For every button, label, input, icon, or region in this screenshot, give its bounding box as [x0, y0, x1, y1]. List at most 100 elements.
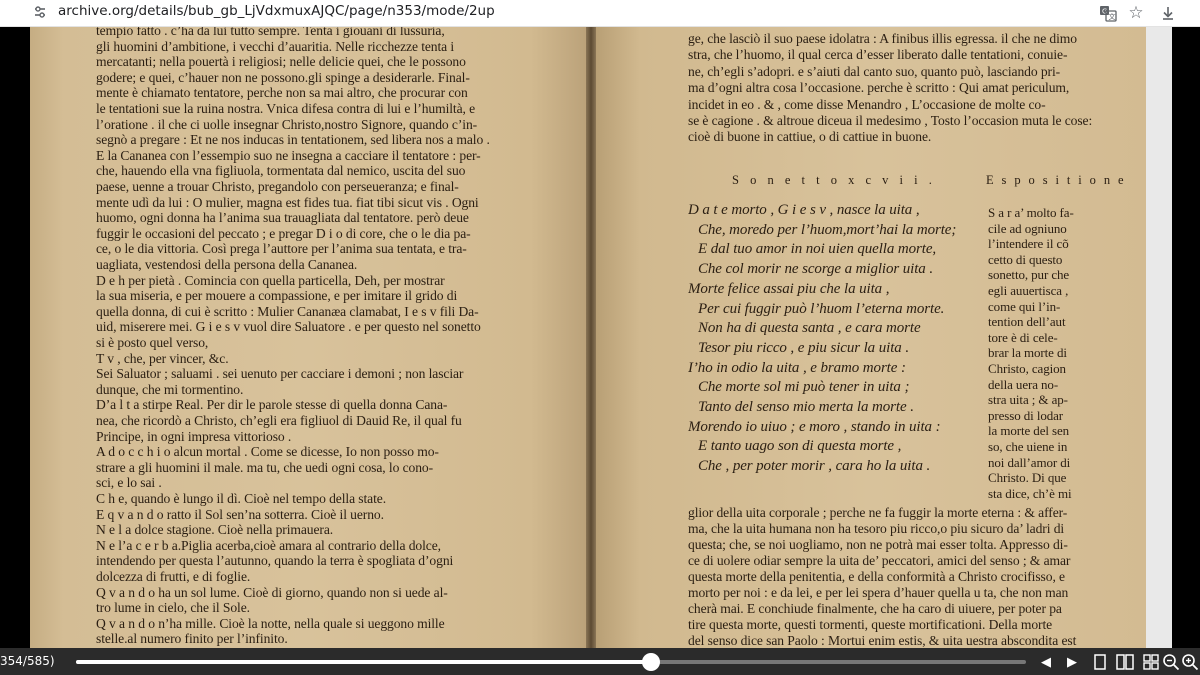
sonnet-line: Morendo io uiuo ; e moro , stando in uit… — [688, 418, 941, 435]
book-viewer[interactable]: tempio fatto . c’ha da lui tutto sempre.… — [0, 27, 1200, 648]
left-page-line: segnò a pregare : Et ne nos inducas in t… — [96, 132, 490, 148]
exposition-line: presso di lodar — [988, 407, 1064, 423]
exposition-line: la morte del sen — [988, 423, 1070, 439]
right-page-line: morto per noi : e da lei, e per lei sper… — [688, 585, 1069, 600]
left-page-line: Q v a n d o ha un sol lume. Cioè di gior… — [96, 584, 448, 600]
left-page-line: dunque, che mi tormentino. — [96, 381, 244, 397]
translate-icon[interactable]: G文 — [1098, 3, 1118, 23]
left-page-line: uagliata, vestendosi della persona della… — [96, 257, 358, 272]
prev-page-icon[interactable]: ◀ — [1036, 652, 1056, 672]
exposition-line: come qui l’in- — [988, 298, 1061, 314]
left-page-line: D e h per pietà . Comincia con quella pa… — [96, 272, 445, 288]
left-page-line: strare a gli huomini il male. ma tu, che… — [96, 459, 434, 475]
right-page-line: ge, che lasciò il suo paese idolatra : A… — [688, 31, 1077, 46]
right-page-line: cherà mai. E conchiude finalmente, che h… — [688, 601, 1062, 616]
left-page-line: Sei Saluator ; saluami . sei uenuto per … — [96, 366, 464, 382]
exposition-line: S a r a’ molto fa- — [988, 205, 1074, 220]
left-page-line: Principe, in ogni impresa vittorioso . — [96, 428, 292, 444]
one-page-view-icon[interactable] — [1090, 652, 1110, 672]
left-page-line: l’oratione . il che ci uolle insegnar Ch… — [96, 116, 478, 132]
left-page-line: dolcezza di frutti, e di foglie. — [96, 569, 251, 584]
star-icon[interactable]: ☆ — [1126, 3, 1146, 23]
exposition-line: tore è di cele- — [988, 329, 1058, 345]
left-page-line: E q v a n d o ratto il Sol sen’na sotter… — [96, 506, 384, 522]
left-page-line: D’a l t a stirpe Real. Per dir le parole… — [96, 397, 448, 413]
exposition-line: noi dall’amor di — [988, 454, 1071, 470]
sonnet-heading: S o n e t t o x c v i i . — [732, 173, 936, 187]
right-page-line: ma d’ogni altra cosa l’occasione. perche… — [688, 80, 1070, 96]
left-page-line: E la Cananea con l’essempio suo ne inseg… — [96, 147, 481, 163]
right-page-line: glior della uita corporale ; perche ne f… — [688, 505, 1068, 520]
exposition-line: cile ad ogniuno — [988, 220, 1067, 236]
exposition-heading: E s p o s i t i o n e — [986, 173, 1126, 187]
left-page-line: paese, uenne a trouar Christo, pregandol… — [96, 179, 459, 194]
page-counter: 354/585) — [0, 654, 55, 668]
sonnet-line: Che morte sol mi può tener in uita ; — [698, 379, 910, 396]
left-page-line: nea, che ricordò a Christo, ch’egli era … — [96, 413, 462, 428]
left-page-line: intendendo per questa l’autunno, quando … — [96, 553, 454, 569]
right-page[interactable]: ge, che lasciò il suo paese idolatra : A… — [596, 27, 1146, 648]
exposition-line: brar la morte di — [988, 345, 1067, 361]
left-page-line: stelle.al numero finito per l’infinito. — [96, 631, 288, 647]
left-page-line: mercatanti; nella pouertà i religiosi; n… — [96, 54, 466, 70]
exposition-line: Christo, cagion — [988, 361, 1066, 376]
left-page-line: T v , che, per vincer, &c. — [96, 350, 229, 366]
two-page-view-icon[interactable] — [1115, 652, 1135, 672]
left-page-line: tro lume in cielo, che il Sole. — [96, 600, 250, 616]
download-icon[interactable] — [1158, 3, 1178, 23]
left-page-line: quella donna, di cui è scritto : Mulier … — [96, 303, 479, 319]
right-page-line: cioè di buone in cattiue, o di cattiue i… — [688, 129, 932, 145]
left-page-line: mente è chiamato tentatore, perche non s… — [96, 85, 468, 101]
exposition-line: tention dell’aut — [988, 314, 1066, 330]
viewer-controls: 354/585) ◀ ▶ — [0, 648, 1200, 675]
right-page-line: ce di uolere odiar sempre la uita de’ pe… — [688, 553, 1071, 568]
right-page-line: questa; che, se noi uogliamo, non ne pot… — [688, 537, 1068, 552]
left-page-line: godere; e quei, c’hauer non ne possono.g… — [96, 69, 470, 85]
svg-text:文: 文 — [1109, 12, 1116, 21]
sonnet-line: Morte felice assai piu che la uita , — [688, 280, 890, 297]
zoom-out-icon[interactable] — [1161, 652, 1181, 672]
viewer-edge — [1146, 27, 1172, 648]
exposition-line: sta dice, ch’è mi — [988, 485, 1072, 501]
sonnet-line: Che , per poter morir , cara ho la uita … — [698, 458, 931, 475]
left-page-line: uid, miserere mei. G i e s v vuol dire S… — [96, 319, 481, 335]
left-page-line: Q v a n d o n’ha mille. Cioè la notte, n… — [96, 615, 445, 631]
exposition-line: l’intendere il cõ — [988, 236, 1069, 252]
left-page[interactable]: tempio fatto . c’ha da lui tutto sempre.… — [30, 27, 586, 648]
zoom-in-icon[interactable] — [1180, 652, 1200, 672]
sonnet-line: E dal tuo amor in noi uien quella morte, — [698, 241, 937, 258]
exposition-line: egli auuertisca , — [988, 283, 1069, 298]
right-page-line: se è cagione . & altroue diceua il medes… — [688, 113, 1093, 128]
sonnet-line: Per cui fuggir può l’huom l’eterna morte… — [698, 300, 945, 317]
exposition-line: cetto di questo — [988, 251, 1063, 267]
address-bar: archive.org/details/bub_gb_LjVdxmuxAJQC/… — [0, 0, 1200, 27]
left-page-line: C h e, quando è lungo il dì. Cioè nel te… — [96, 491, 387, 506]
page-slider[interactable] — [76, 653, 1026, 671]
left-page-line: fuggir le occasioni del peccato ; e preg… — [96, 225, 471, 241]
right-page-line: ma, che la uita humana non ha tesoro piu… — [688, 521, 1065, 536]
url-text[interactable]: archive.org/details/bub_gb_LjVdxmuxAJQC/… — [58, 3, 495, 19]
left-page-line: la sua miseria, e per mouere a compassio… — [96, 288, 458, 304]
exposition-line: sonetto, pur che — [988, 267, 1070, 283]
slider-thumb[interactable] — [641, 653, 660, 671]
sonnet-line: Non ha di questa santa , e cara morte — [698, 320, 921, 337]
right-page-line: ne, ch’egli s’adopri. e s’aiuti dal cant… — [688, 63, 1061, 79]
sonnet-line: I’ho in odio la uita , e bramo morte : — [688, 359, 906, 376]
right-page-line: tire questa morte, questi tormenti, ques… — [688, 617, 1053, 632]
exposition-line: della uera no- — [988, 376, 1059, 392]
slider-fill — [76, 660, 651, 664]
sonnet-line: Tesor piu ricco , e piu sicur la uita . — [698, 339, 909, 356]
site-info-icon[interactable] — [32, 4, 48, 20]
sonnet-line: Che col morir ne scorge a miglior uita . — [698, 261, 934, 278]
next-page-icon[interactable]: ▶ — [1062, 652, 1082, 672]
exposition-line: Christo. Di que — [988, 470, 1067, 486]
sonnet-line: Che, moredo per l’huom,mort’hai la morte… — [698, 221, 957, 238]
left-page-line: N e l’a c e r b a.Piglia acerba,cioè ama… — [96, 537, 441, 553]
right-page-line: questa morte della penitentia, e della c… — [688, 569, 1065, 584]
thumbnail-view-icon[interactable] — [1141, 652, 1161, 672]
left-page-line: mente udì da lui : O mulier, magna est f… — [96, 194, 479, 210]
exposition-line: so, che uiene in — [988, 439, 1068, 454]
right-page-line: stra, che l’huomo, il qual cerca d’esser… — [688, 47, 1068, 63]
right-page-line: del senso dice san Paolo : Mortui enim e… — [688, 633, 1077, 648]
book-gutter — [586, 27, 596, 648]
